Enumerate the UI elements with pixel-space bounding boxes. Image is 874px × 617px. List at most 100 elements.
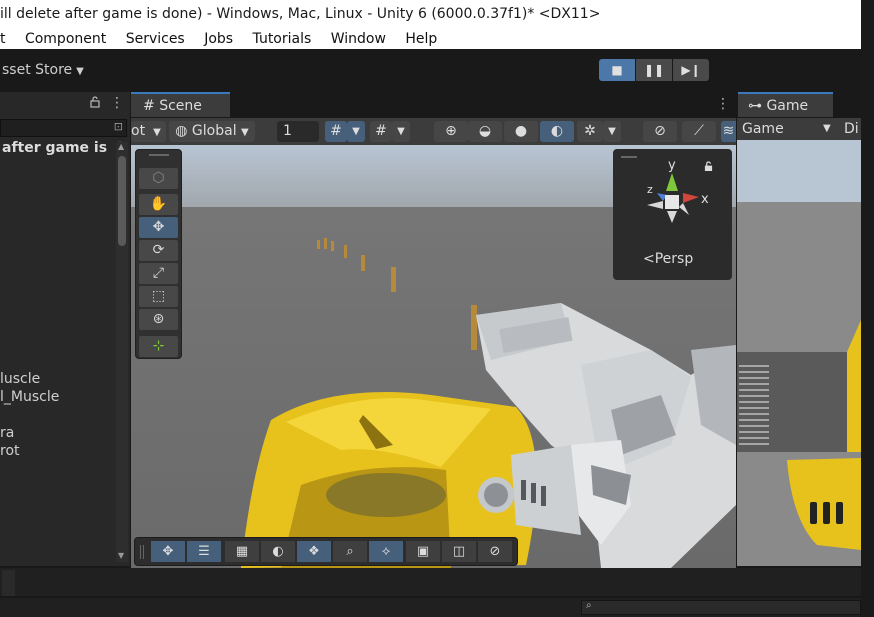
chevron-down-icon: ▼	[76, 66, 84, 77]
overlay-navmesh-button[interactable]: ❖	[297, 541, 331, 562]
window-title: ill delete after game is done) - Windows…	[0, 6, 601, 22]
grid-size-value: 1	[283, 123, 292, 139]
asset-store-label: sset Store	[2, 62, 73, 78]
chevron-down-icon: ▼	[352, 126, 360, 137]
debug-dropdown[interactable]: ▼	[603, 121, 621, 142]
transform-tool-button[interactable]: ⊛	[139, 309, 178, 330]
overlay-lighting-button[interactable]: ◐	[261, 541, 295, 562]
menu-item-edit[interactable]: t	[0, 29, 6, 49]
window-edge	[861, 0, 874, 617]
game-toolbar: Game ▼ Di	[737, 118, 861, 140]
perspective-toggle[interactable]: <Persp	[643, 251, 693, 267]
scene-visibility-button[interactable]: ≋	[721, 121, 736, 142]
tab-scene[interactable]: # Scene	[131, 92, 230, 117]
rotate-tool-button[interactable]: ⟳	[139, 240, 178, 261]
menu-item-jobs[interactable]: Jobs	[204, 29, 233, 49]
pivot-dropdown[interactable]: ot ▼	[131, 121, 166, 142]
project-search-input[interactable]: ⌕	[581, 600, 861, 615]
stop-button[interactable]: ■	[599, 59, 635, 81]
chevron-down-icon: ▼	[608, 126, 616, 137]
search-icon: ⌕	[586, 600, 592, 611]
lighting-toggle-button[interactable]: ◐	[540, 121, 574, 142]
search-filter-icon[interactable]: ⊡	[114, 120, 123, 133]
play-controls: ■ ❚❚ ▶❙	[599, 59, 710, 81]
overlay-search-button[interactable]: ⌕	[333, 541, 367, 562]
chevron-down-icon[interactable]: ▼	[823, 118, 831, 140]
hierarchy-scene-root[interactable]: after game is⋮	[2, 140, 127, 156]
pause-button[interactable]: ❚❚	[636, 59, 672, 81]
step-button[interactable]: ▶❙	[673, 59, 709, 81]
axis-gizmo-icon: y x z	[647, 158, 709, 223]
audio-toggle-button[interactable]: ⊘	[643, 121, 677, 142]
effects-icon: ⟋	[694, 123, 704, 139]
overlay-grid-button[interactable]: ▦	[225, 541, 259, 562]
hierarchy-scrollbar[interactable]: ▲ ▼	[116, 142, 128, 562]
overlay-path-button[interactable]: ⟡	[369, 541, 403, 562]
overlay-navigation-button[interactable]: ⊘	[478, 541, 512, 562]
rotate-icon: ⟳	[152, 242, 165, 258]
list-item[interactable]: l_Muscle	[0, 388, 59, 406]
orientation-gizmo[interactable]: y x z <Persp	[613, 149, 732, 280]
view-tool-button[interactable]: ⬡	[139, 168, 178, 189]
shaded-sphere-icon: ●	[514, 123, 528, 139]
shaded-wireframe-button[interactable]: ◒	[468, 121, 502, 142]
menu-item-window[interactable]: Window	[331, 29, 386, 49]
scene-grid-icon: #	[143, 98, 155, 114]
move-tool-button[interactable]: ✥	[139, 217, 178, 238]
custom-tool-button[interactable]: ⊹	[139, 336, 178, 357]
hierarchy-search-input[interactable]: ⊡	[0, 119, 127, 137]
effects-toggle-button[interactable]: ⟋	[682, 121, 716, 142]
scroll-down-icon[interactable]: ▼	[118, 551, 124, 560]
shaded-button[interactable]: ●	[504, 121, 538, 142]
hand-tool-button[interactable]: ✋	[139, 194, 178, 215]
game-viewport[interactable]	[737, 140, 861, 566]
list-item[interactable]: ra	[0, 424, 59, 442]
grid-snap-button[interactable]: #	[325, 121, 347, 142]
game-extra-dropdown[interactable]: Di	[844, 118, 861, 140]
chevron-down-icon: ▼	[241, 127, 249, 138]
global-dropdown[interactable]: ◍ Global ▼	[169, 121, 255, 142]
drag-handle[interactable]	[149, 154, 169, 156]
list-item[interactable]: luscle	[0, 370, 59, 388]
overlay-settings-button[interactable]: ☰	[187, 541, 221, 562]
increment-snap-dropdown[interactable]: ▼	[392, 121, 410, 142]
debug-button[interactable]: ✲	[577, 121, 603, 142]
transform-icon: ⊛	[152, 311, 165, 327]
global-label: Global	[191, 123, 237, 139]
draw-mode-button[interactable]: ⊕	[434, 121, 468, 142]
menu-item-tutorials[interactable]: Tutorials	[253, 29, 312, 49]
rect-tool-button[interactable]: ⬚	[139, 286, 178, 307]
cube-icon: ⬡	[152, 170, 165, 186]
menu-item-help[interactable]: Help	[405, 29, 437, 49]
perspective-icon: <	[643, 251, 655, 267]
game-display-dropdown[interactable]: Game	[742, 118, 784, 140]
grid-snap-dropdown[interactable]: ▼	[347, 121, 365, 142]
drag-handle[interactable]	[140, 545, 144, 559]
hand-icon: ✋	[149, 196, 168, 212]
scroll-up-icon[interactable]: ▲	[118, 142, 124, 151]
list-item[interactable]: rot	[0, 442, 59, 460]
overlay-cloth-button[interactable]: ◫	[442, 541, 476, 562]
overlay-camera-button[interactable]: ▣	[406, 541, 440, 562]
menu-item-component[interactable]: Component	[25, 29, 106, 49]
main-toolbar: sset Store ▼ ■ ❚❚ ▶❙	[0, 50, 861, 92]
lock-icon[interactable]	[90, 96, 100, 112]
svg-text:x: x	[701, 192, 709, 207]
asset-store-dropdown[interactable]: sset Store ▼	[2, 62, 84, 78]
cloth-icon: ◫	[452, 544, 466, 559]
move-arrows-icon: ✥	[162, 544, 174, 559]
compass-icon: ⊘	[489, 544, 501, 559]
scene-more-options-icon[interactable]: ⋮	[716, 96, 730, 112]
scale-tool-button[interactable]: ⤢	[139, 263, 178, 284]
scale-icon: ⤢	[152, 265, 165, 281]
bottom-panel-tab[interactable]	[2, 570, 15, 598]
overlay-move-button[interactable]: ✥	[151, 541, 185, 562]
tab-game[interactable]: ⊶ Game	[738, 92, 833, 117]
step-icon: ▶❙	[681, 63, 701, 77]
scrollbar-thumb[interactable]	[118, 156, 126, 246]
menu-item-services[interactable]: Services	[126, 29, 185, 49]
list-item[interactable]	[0, 406, 59, 424]
more-options-icon[interactable]: ⋮	[110, 95, 124, 111]
increment-snap-button[interactable]: #	[370, 121, 392, 142]
grid-size-input[interactable]: 1	[277, 121, 319, 142]
